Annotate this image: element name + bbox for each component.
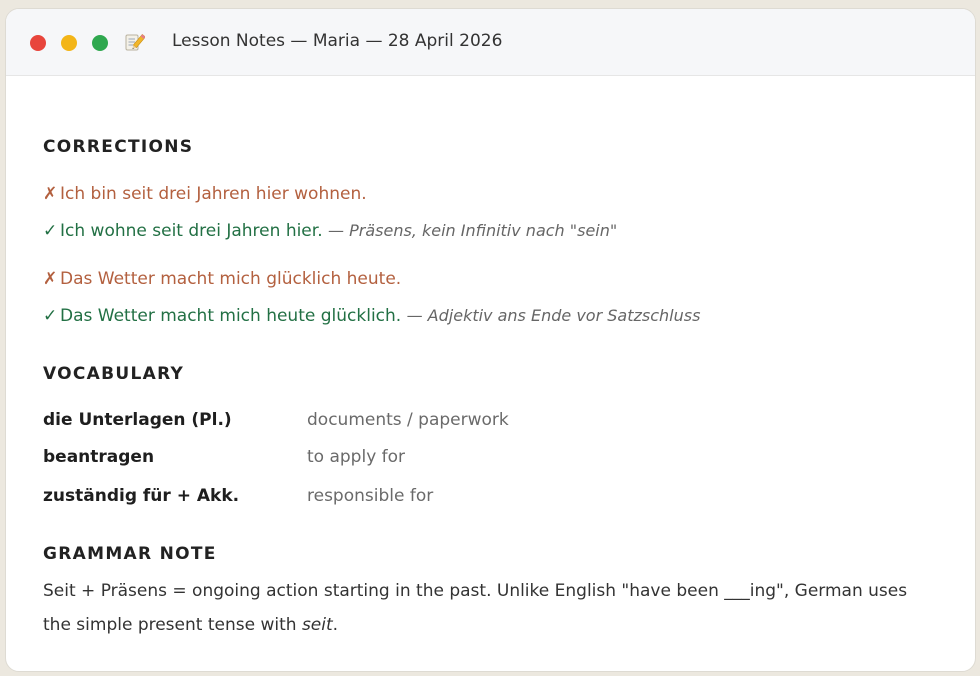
correction-right-2: ✓ Das Wetter macht mich heute glücklich. … [43,306,700,326]
grammar-emphasis: seit [301,615,333,635]
check-icon: ✓ [43,306,58,326]
cross-icon: ✗ [43,269,58,289]
correction-explanation: — Präsens, kein Infinitiv nach "sein" [328,221,618,240]
vocab-meaning: documents / paperwork [307,410,509,430]
vocab-term: die Unterlagen (Pl.) [43,410,232,430]
correction-right-1: ✓ Ich wohne seit drei Jahren hier. — Präs… [43,221,617,241]
correction-wrong-1: ✗ Ich bin seit drei Jahren hier wohnen. [43,184,367,204]
window-title: Lesson Notes — Maria — 28 April 2026 [172,31,503,51]
vocabulary-heading: VOCABULARY [43,364,185,384]
cross-icon: ✗ [43,184,58,204]
wrong-sentence: Das Wetter macht mich glücklich heute. [60,269,402,289]
vocab-term: zuständig für + Akk. [43,486,240,506]
vocab-meaning: to apply for [307,447,406,467]
wrong-sentence: Ich bin seit drei Jahren hier wohnen. [60,184,367,204]
minimize-button[interactable] [61,35,77,51]
lesson-notes-window: Lesson Notes — Maria — 28 April 2026 COR… [5,8,976,672]
close-button[interactable] [30,35,46,51]
grammar-heading: GRAMMAR NOTE [43,544,217,564]
vocab-term: beantragen [43,447,155,467]
right-sentence: Das Wetter macht mich heute glücklich. [60,306,402,326]
maximize-button[interactable] [92,35,108,51]
right-sentence: Ich wohne seit drei Jahren hier. [60,221,323,241]
correction-wrong-2: ✗ Das Wetter macht mich glücklich heute. [43,269,401,289]
title-bar: Lesson Notes — Maria — 28 April 2026 [6,9,975,76]
vocab-meaning: responsible for [307,486,434,506]
grammar-note-text: Seit + Präsens = ongoing action starting… [43,574,923,642]
check-icon: ✓ [43,221,58,241]
corrections-heading: CORRECTIONS [43,137,194,157]
correction-explanation: — Adjektiv ans Ende vor Satzschluss [406,306,701,325]
grammar-text-end: . [332,615,339,635]
grammar-text: Seit + Präsens = ongoing action starting… [43,581,908,635]
memo-pencil-icon [125,33,145,51]
